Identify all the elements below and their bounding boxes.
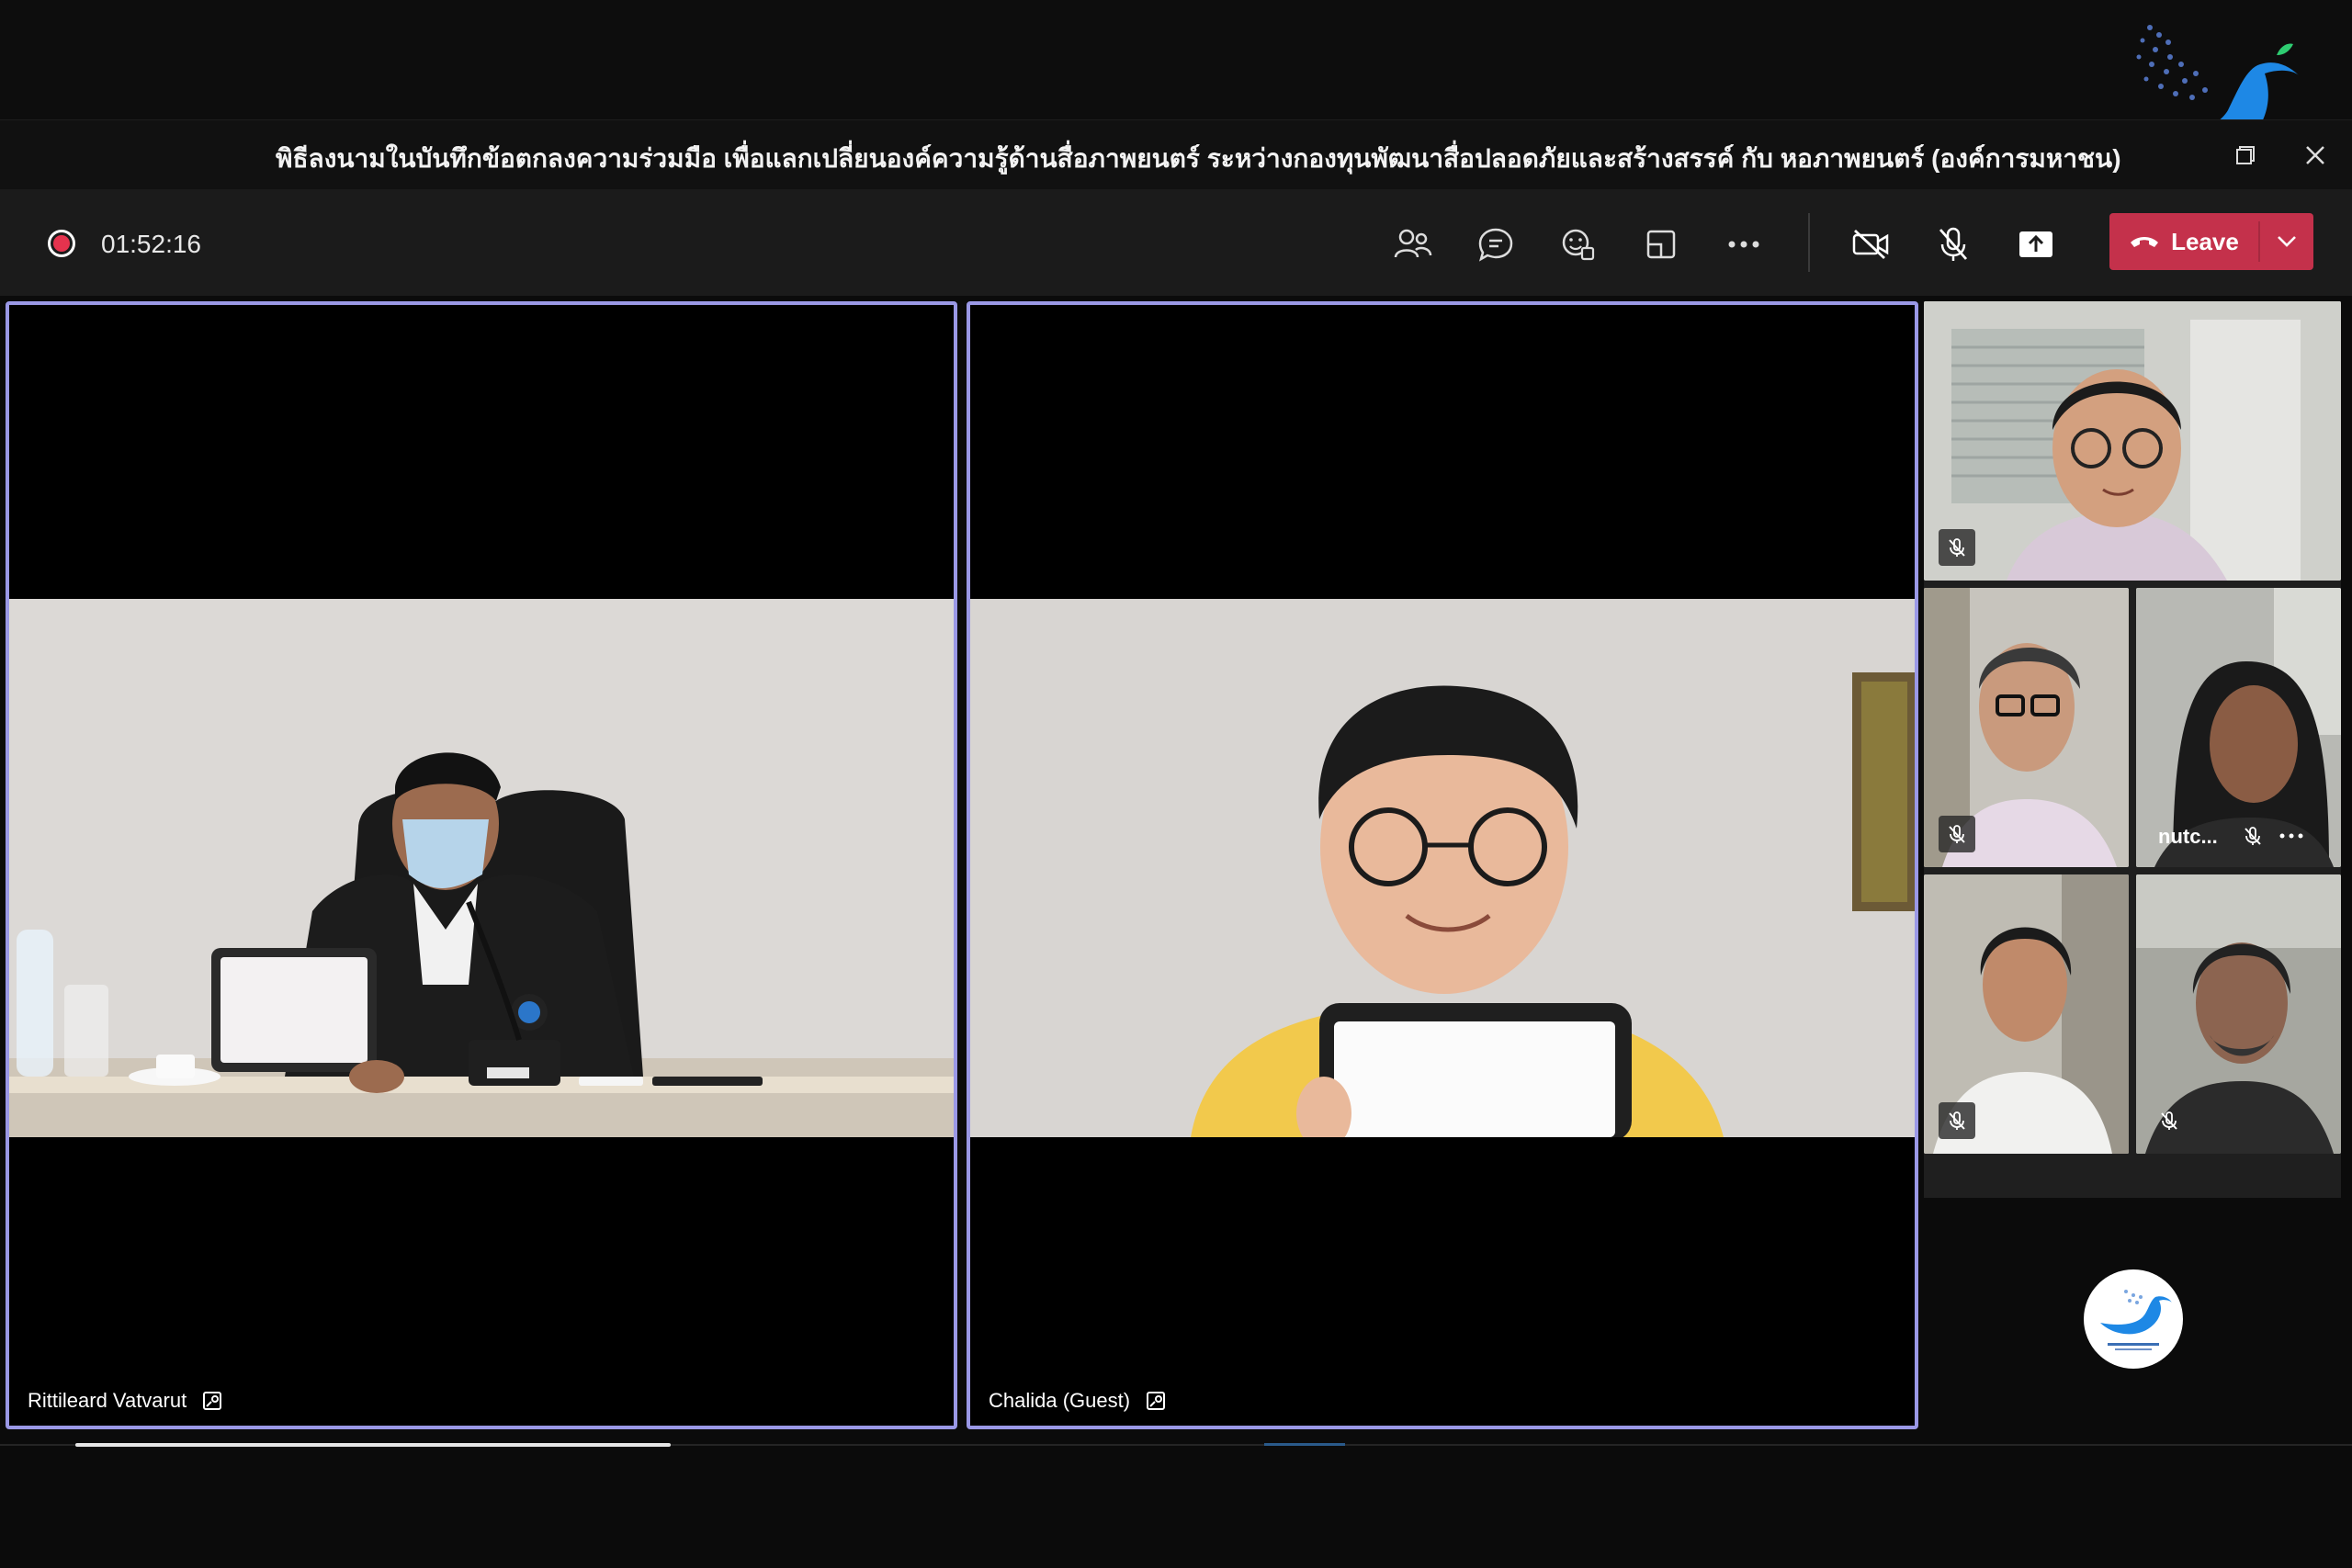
gallery-thumb-name: nutc... (2158, 825, 2218, 848)
reactions-icon[interactable] (1555, 220, 1602, 268)
gallery-panel: nutc... (1924, 301, 2341, 1198)
recording-indicator-icon (48, 230, 75, 257)
meeting-title: พิธีลงนามในบันทึกข้อตกลงความร่วมมือ เพื่… (276, 144, 2121, 173)
participant-name: Rittileard Vatvarut (28, 1389, 187, 1412)
video-tile-rittileard[interactable]: Rittileard Vatvarut (6, 301, 957, 1429)
self-avatar[interactable] (2084, 1269, 2183, 1369)
meeting-timer: 01:52:16 (101, 230, 201, 258)
top-strip: สื่อปลอดภัย (0, 0, 2352, 196)
mic-off-icon (2151, 1102, 2188, 1139)
mic-off-icon (1939, 1102, 1975, 1139)
participant-name-label: Rittileard Vatvarut (28, 1389, 223, 1413)
leave-button[interactable]: Leave (2109, 213, 2313, 270)
hang-up-icon (2131, 237, 2159, 247)
mic-off-icon[interactable] (1929, 220, 1977, 268)
leave-main-button[interactable]: Leave (2109, 213, 2258, 270)
chat-icon[interactable] (1472, 220, 1520, 268)
gallery-thumb-5[interactable] (2136, 874, 2341, 1154)
more-options-icon[interactable] (1720, 220, 1768, 268)
participant-name-label: Chalida (Guest) (989, 1389, 1167, 1413)
close-window-button[interactable] (2297, 137, 2334, 174)
gallery-thumb-2[interactable] (1924, 588, 2129, 867)
meeting-stage: Rittileard Vatvarut Chalida (Guest) nutc… (0, 296, 2352, 1568)
mic-off-icon (1939, 529, 1975, 566)
leave-label: Leave (2171, 227, 2239, 255)
pin-icon (1147, 1392, 1166, 1410)
gallery-thumb-3[interactable]: nutc... (2136, 588, 2341, 867)
participant-video (9, 599, 954, 1137)
scroll-progress-bar[interactable] (75, 1443, 671, 1447)
share-screen-icon[interactable] (2012, 220, 2060, 268)
gallery-thumb-4[interactable] (1924, 874, 2129, 1154)
mic-off-icon (2243, 826, 2263, 851)
toolbar-divider (1808, 213, 1810, 272)
participant-video (970, 599, 1915, 1150)
participant-name: Chalida (Guest) (989, 1389, 1131, 1412)
pin-icon (203, 1392, 222, 1410)
rooms-icon[interactable] (1637, 220, 1685, 268)
meeting-toolbar: 01:52:16 Leave (0, 189, 2352, 296)
gallery-thumb-1[interactable] (1924, 301, 2341, 581)
people-icon[interactable] (1389, 220, 1437, 268)
video-tile-chalida[interactable]: Chalida (Guest) (967, 301, 1918, 1429)
restore-window-button[interactable] (2227, 137, 2264, 174)
mic-off-icon (1939, 816, 1975, 852)
scroll-indicator (1264, 1443, 1345, 1446)
meeting-title-bar: พิธีลงนามในบันทึกข้อตกลงความร่วมมือ เพื่… (0, 119, 2352, 189)
organization-logo-icon (2100, 1290, 2172, 1350)
chevron-down-icon[interactable] (2260, 213, 2313, 270)
more-options-icon[interactable] (2279, 827, 2303, 843)
camera-off-icon[interactable] (1847, 220, 1894, 268)
